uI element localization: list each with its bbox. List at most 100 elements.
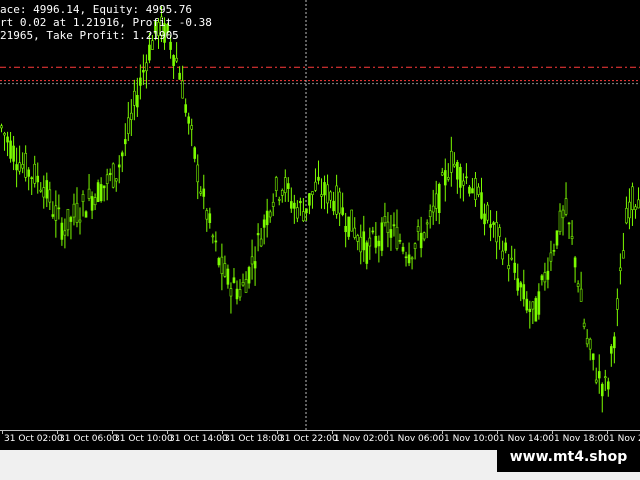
- candle: [338, 187, 341, 227]
- candle: [250, 239, 254, 280]
- candle: [87, 174, 91, 202]
- candle: [30, 176, 33, 196]
- candle: [305, 208, 308, 221]
- candle: [223, 255, 227, 278]
- candle: [422, 231, 426, 242]
- candle: [296, 200, 299, 223]
- candle: [75, 187, 79, 228]
- candle: [0, 123, 3, 133]
- candle: [365, 240, 369, 270]
- candle: [175, 42, 178, 63]
- candle: [63, 218, 67, 249]
- candle: [637, 187, 640, 209]
- order-info-line: rt 0.02 at 1.21916, Profit -0.38: [0, 16, 212, 29]
- candle: [21, 152, 24, 174]
- candle: [114, 178, 118, 192]
- candle: [268, 209, 272, 223]
- candle: [105, 168, 109, 201]
- time-tick-mark: [387, 431, 388, 434]
- candle: [362, 215, 366, 262]
- candle: [610, 343, 613, 367]
- candle: [474, 172, 477, 207]
- candle: [549, 240, 553, 271]
- candle: [401, 242, 405, 255]
- candle: [196, 154, 200, 200]
- candle: [525, 291, 529, 314]
- candle: [6, 131, 9, 157]
- candle: [60, 217, 64, 246]
- candle: [462, 173, 465, 202]
- candle: [332, 191, 335, 216]
- candle: [36, 162, 40, 194]
- candle: [597, 354, 601, 394]
- candle: [187, 112, 190, 135]
- candle: [299, 197, 302, 216]
- candlestick-chart: [0, 0, 640, 430]
- candle: [519, 280, 523, 302]
- candle: [3, 131, 6, 151]
- candle: [504, 237, 507, 254]
- time-tick-label: 31 Oct 22:00: [279, 434, 338, 444]
- candle: [24, 145, 27, 182]
- candle: [380, 217, 384, 257]
- candle: [522, 269, 526, 307]
- time-tick-label: 1 Nov 02:00: [334, 434, 389, 444]
- candle: [320, 178, 323, 209]
- candle: [431, 189, 435, 225]
- candle: [93, 193, 97, 211]
- candle: [546, 257, 550, 289]
- candle: [359, 224, 363, 265]
- candle: [51, 201, 55, 219]
- candle: [350, 209, 353, 232]
- candle: [78, 207, 82, 235]
- candle: [600, 382, 604, 413]
- candle: [247, 265, 251, 289]
- candle: [428, 204, 432, 229]
- time-tick-mark: [332, 431, 333, 434]
- candle: [468, 184, 471, 197]
- account-balance-line: ace: 4996.14, Equity: 4995.76: [0, 3, 193, 16]
- candle: [259, 227, 263, 248]
- candle: [625, 196, 628, 225]
- price-chart[interactable]: ace: 4996.14, Equity: 4995.76 rt 0.02 at…: [0, 0, 640, 450]
- candle: [244, 271, 248, 293]
- candle: [99, 177, 103, 203]
- candle: [214, 231, 218, 252]
- candle: [471, 178, 474, 194]
- candle: [69, 215, 73, 240]
- candle: [534, 296, 538, 322]
- candle: [271, 193, 275, 217]
- time-tick-mark: [57, 431, 58, 434]
- candle: [283, 169, 287, 202]
- candle: [374, 222, 378, 254]
- candle: [591, 353, 595, 371]
- time-tick-mark: [167, 431, 168, 434]
- candle: [335, 174, 338, 219]
- candle: [516, 263, 520, 296]
- candle: [416, 219, 420, 241]
- candle: [238, 279, 242, 301]
- time-tick-label: 31 Oct 14:00: [169, 434, 228, 444]
- time-tick-mark: [2, 431, 3, 434]
- time-tick-mark: [222, 431, 223, 434]
- candle: [347, 216, 350, 240]
- candle: [241, 273, 245, 287]
- candle: [492, 220, 495, 238]
- candle: [603, 369, 607, 391]
- candle: [226, 264, 230, 289]
- candle: [341, 192, 344, 217]
- candle: [72, 193, 76, 226]
- time-tick-mark: [112, 431, 113, 434]
- candle: [329, 190, 332, 209]
- candle: [459, 163, 462, 199]
- candle: [410, 256, 414, 270]
- time-tick-label: 31 Oct 18:00: [224, 434, 283, 444]
- candle: [262, 214, 266, 245]
- candle: [208, 207, 212, 229]
- candle: [555, 230, 559, 249]
- candle: [39, 182, 43, 193]
- candle: [567, 221, 571, 239]
- candle: [229, 282, 233, 314]
- candle: [356, 233, 360, 251]
- candle: [202, 174, 206, 210]
